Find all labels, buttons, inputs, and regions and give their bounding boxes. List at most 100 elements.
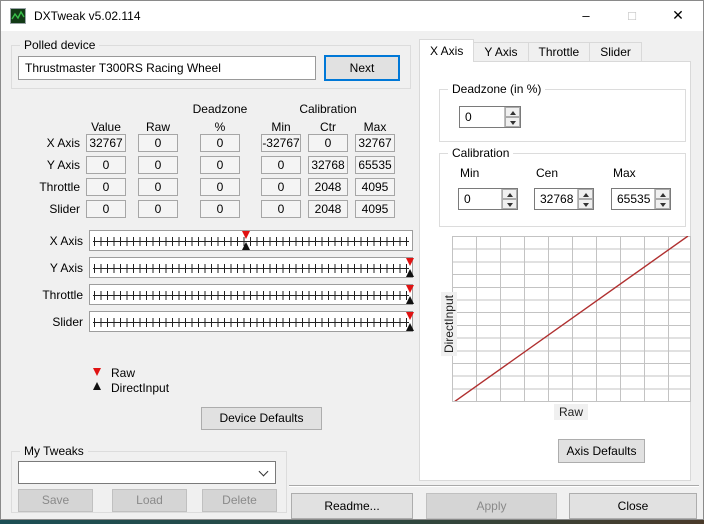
polled-device-group: Polled device Thrustmaster T300RS Racing… <box>11 38 411 89</box>
directinput-marker[interactable] <box>241 242 250 250</box>
table-cell: 32767 <box>355 134 395 152</box>
directinput-marker[interactable] <box>406 269 415 277</box>
table-cell: 4095 <box>355 178 395 196</box>
spin-up-button[interactable] <box>578 189 593 199</box>
my-tweaks-group: My Tweaks Save Load Delete <box>11 444 287 513</box>
slider-ticks <box>94 264 409 273</box>
triangle-up-icon <box>507 193 513 197</box>
spin-up-button[interactable] <box>505 107 520 117</box>
title-bar: DXTweak v5.02.114 – □ ✕ <box>1 1 703 31</box>
x-axis-slider[interactable] <box>89 230 413 251</box>
device-name-field[interactable]: Thrustmaster T300RS Racing Wheel <box>18 56 316 80</box>
slider-row-label: Slider <box>52 315 83 329</box>
app-window: DXTweak v5.02.114 – □ ✕ Polled device Th… <box>0 0 704 520</box>
table-cell: 0 <box>200 156 240 174</box>
table-cell: 32767 <box>86 134 126 152</box>
triangle-up-icon <box>510 111 516 115</box>
directinput-marker[interactable] <box>406 323 415 331</box>
deadzone-spinner[interactable]: 0 <box>459 106 521 128</box>
my-tweaks-label: My Tweaks <box>20 444 88 458</box>
row-label: Y Axis <box>46 158 80 172</box>
readme-button[interactable]: Readme... <box>291 493 413 519</box>
directinput-legend-label: DirectInput <box>111 381 170 395</box>
table-cell: 0 <box>261 156 301 174</box>
deadzone-value[interactable]: 0 <box>460 107 503 127</box>
table-cell: 0 <box>138 200 178 218</box>
throttle-slider[interactable] <box>89 284 415 305</box>
load-button[interactable]: Load <box>112 489 187 512</box>
x-axis-tab-page: Deadzone (in %) 0 Calibration Min Cen Ma… <box>419 61 691 481</box>
raw-marker[interactable] <box>406 258 415 266</box>
divider <box>289 485 699 487</box>
calibration-min-value[interactable]: 0 <box>459 189 500 209</box>
table-cell: 2048 <box>308 178 348 196</box>
table-cell: 0 <box>261 200 301 218</box>
spin-down-button[interactable] <box>655 199 670 209</box>
table-cell: 0 <box>308 134 348 152</box>
spinner-buttons <box>654 189 670 209</box>
calibration-max-spinner[interactable]: 65535 <box>611 188 671 210</box>
y-axis-slider[interactable] <box>89 257 415 278</box>
raw-marker[interactable] <box>406 285 415 293</box>
calibration-cen-spinner[interactable]: 32768 <box>534 188 594 210</box>
table-cell: 0 <box>200 134 240 152</box>
chart-y-axis-label: DirectInput <box>441 292 457 357</box>
table-row: Throttle 0 0 0 0 2048 4095 <box>3 178 395 196</box>
calibration-response-chart: DirectInput Raw <box>441 236 691 420</box>
calibration-cen-label: Cen <box>536 166 559 180</box>
delete-button[interactable]: Delete <box>202 489 277 512</box>
calibration-group-label: Calibration <box>448 146 514 160</box>
spin-down-button[interactable] <box>502 199 517 209</box>
table-cell: 0 <box>200 200 240 218</box>
table-cell: 0 <box>86 200 126 218</box>
tab-slider[interactable]: Slider <box>590 42 642 62</box>
slider-row-label: X Axis <box>49 234 83 248</box>
close-window-button[interactable]: ✕ <box>655 1 701 30</box>
minimize-button[interactable]: – <box>563 1 609 30</box>
deadzone-group-label: Deadzone (in %) <box>448 82 546 96</box>
save-button[interactable]: Save <box>18 489 93 512</box>
spin-down-button[interactable] <box>505 117 520 127</box>
calibration-cen-value[interactable]: 32768 <box>535 189 576 209</box>
axis-tab-control: X Axis Y Axis Throttle Slider Deadzone (… <box>419 39 691 481</box>
app-icon <box>10 8 26 24</box>
raw-marker[interactable] <box>241 231 250 239</box>
triangle-down-icon <box>510 121 516 125</box>
table-cell: 0 <box>261 178 301 196</box>
table-cell: 2048 <box>308 200 348 218</box>
table-cell: 32768 <box>308 156 348 174</box>
spin-down-button[interactable] <box>578 199 593 209</box>
response-line <box>454 236 689 401</box>
spinner-buttons <box>501 189 517 209</box>
close-button[interactable]: Close <box>569 493 697 519</box>
table-cell: 0 <box>200 178 240 196</box>
next-button[interactable]: Next <box>324 55 400 81</box>
axis-defaults-button[interactable]: Axis Defaults <box>558 439 645 463</box>
apply-button[interactable]: Apply <box>426 493 557 519</box>
raw-marker[interactable] <box>406 312 415 320</box>
spin-up-button[interactable] <box>655 189 670 199</box>
column-header: Ctr <box>320 120 336 134</box>
chart-x-axis-label: Raw <box>554 404 589 420</box>
spin-up-button[interactable] <box>502 189 517 199</box>
table-cell: 0 <box>86 156 126 174</box>
slider-row-label: Throttle <box>42 288 83 302</box>
tab-y-axis[interactable]: Y Axis <box>474 42 529 62</box>
row-label: X Axis <box>46 136 80 150</box>
tab-x-axis[interactable]: X Axis <box>419 39 475 62</box>
deadzone-group-header: Deadzone <box>192 102 248 116</box>
tweaks-combobox[interactable] <box>18 461 276 484</box>
polled-device-label: Polled device <box>20 38 100 52</box>
device-defaults-button[interactable]: Device Defaults <box>201 407 322 430</box>
table-cell: 65535 <box>355 156 395 174</box>
directinput-marker[interactable] <box>406 296 415 304</box>
calibration-max-value[interactable]: 65535 <box>612 189 653 209</box>
calibration-max-label: Max <box>613 166 636 180</box>
table-column-headers: Value Raw % Min Ctr Max <box>3 119 395 135</box>
table-cell: -32767 <box>261 134 301 152</box>
calibration-min-spinner[interactable]: 0 <box>458 188 518 210</box>
directinput-legend-icon <box>93 382 101 390</box>
slider-axis-slider[interactable] <box>89 311 415 332</box>
tab-throttle[interactable]: Throttle <box>528 42 591 62</box>
window-title: DXTweak v5.02.114 <box>34 9 141 23</box>
